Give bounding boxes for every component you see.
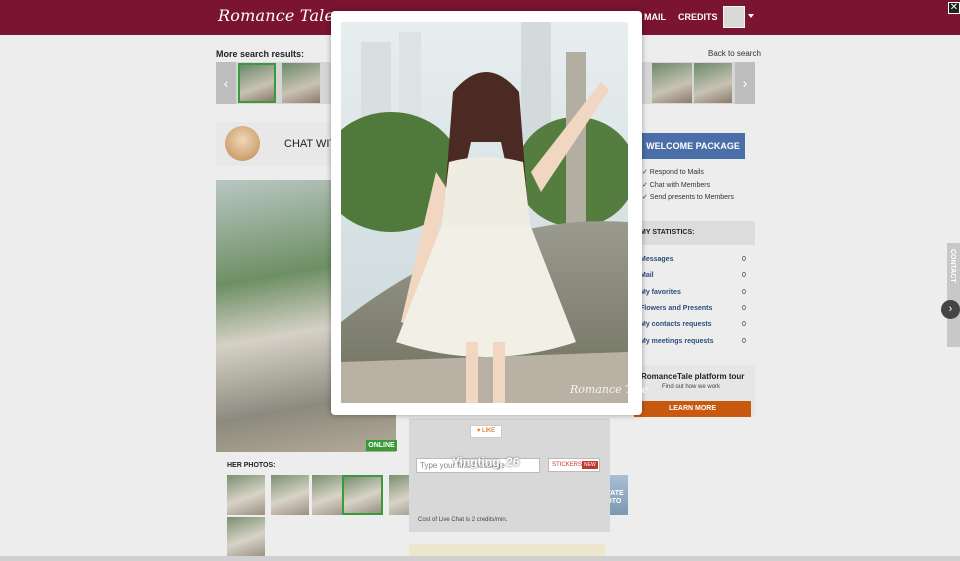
search-thumb[interactable] bbox=[238, 63, 276, 103]
statistics-title: MY STATISTICS: bbox=[636, 221, 755, 245]
stat-meetings[interactable]: My meetings requests bbox=[640, 338, 714, 345]
stat-value: 0 bbox=[742, 338, 746, 345]
stat-value: 0 bbox=[742, 289, 746, 296]
chevron-left-icon[interactable]: ‹ bbox=[216, 62, 236, 104]
stat-contacts[interactable]: My contacts requests bbox=[640, 321, 712, 328]
stat-favorites[interactable]: My favorites bbox=[640, 289, 681, 296]
nav-mail[interactable]: MAIL bbox=[644, 12, 666, 22]
site-logo[interactable]: Romance Tale bbox=[218, 6, 334, 25]
horizontal-scrollbar[interactable] bbox=[0, 556, 960, 561]
welcome-package-button[interactable]: WELCOME PACKAGE bbox=[641, 133, 745, 159]
avatar[interactable] bbox=[225, 126, 260, 161]
chevron-down-icon[interactable] bbox=[748, 14, 754, 18]
tour-subtitle: Find out how we work bbox=[662, 384, 721, 390]
learn-more-button[interactable]: LEARN MORE bbox=[634, 401, 751, 417]
search-results-title: More search results: bbox=[216, 49, 305, 59]
her-photos-title: HER PHOTOS: bbox=[227, 462, 276, 469]
chat-cost-text: Cost of Live Chat is 2 credits/min. bbox=[418, 517, 508, 523]
stat-value: 0 bbox=[742, 272, 746, 279]
chevron-right-icon[interactable]: › bbox=[941, 300, 960, 319]
photo-thumb[interactable] bbox=[271, 475, 309, 515]
lightbox-photo-art bbox=[341, 22, 628, 403]
lightbox-photo[interactable] bbox=[341, 22, 628, 403]
benefit-item: ✓ Send presents to Members bbox=[642, 194, 734, 201]
contact-label: CONTACT bbox=[949, 249, 956, 283]
photo-thumb[interactable] bbox=[227, 475, 265, 515]
contact-tab[interactable]: CONTACT bbox=[947, 243, 960, 347]
chat-panel bbox=[409, 418, 610, 532]
stat-mail[interactable]: Mail bbox=[640, 272, 654, 279]
like-label: LIKE bbox=[482, 428, 496, 434]
search-thumb[interactable] bbox=[282, 63, 320, 103]
watermark-logo: Romance Tale bbox=[570, 383, 649, 396]
heart-icon: ♥ bbox=[476, 428, 481, 434]
nav-credits[interactable]: CREDITS bbox=[678, 12, 718, 22]
new-badge: NEW bbox=[582, 461, 598, 469]
stat-value: 0 bbox=[742, 256, 746, 263]
stat-value: 0 bbox=[742, 305, 746, 312]
status-badge: ONLINE bbox=[366, 440, 397, 451]
photo-thumb[interactable] bbox=[227, 517, 265, 557]
back-to-search-link[interactable]: Back to search bbox=[708, 49, 761, 58]
search-thumb[interactable] bbox=[652, 63, 692, 103]
stat-value: 0 bbox=[742, 321, 746, 328]
stat-messages[interactable]: Messages bbox=[640, 256, 673, 263]
benefit-item: ✓ Respond to Mails bbox=[642, 169, 704, 176]
close-icon[interactable]: ✕ bbox=[948, 2, 960, 14]
search-thumb[interactable] bbox=[694, 63, 732, 103]
tour-title: RomanceTale platform tour bbox=[641, 372, 745, 381]
benefit-item: ✓ Chat with Members bbox=[642, 182, 711, 189]
user-avatar[interactable] bbox=[723, 6, 745, 28]
like-button[interactable]: ♥ LIKE bbox=[470, 425, 502, 438]
chat-with-title: CHAT WIT bbox=[284, 138, 337, 150]
stat-flowers[interactable]: Flowers and Presents bbox=[640, 305, 712, 312]
photo-thumb[interactable] bbox=[342, 475, 383, 515]
profile-name-age: Yingting, 26 bbox=[452, 455, 520, 469]
chevron-right-icon[interactable]: › bbox=[735, 62, 755, 104]
